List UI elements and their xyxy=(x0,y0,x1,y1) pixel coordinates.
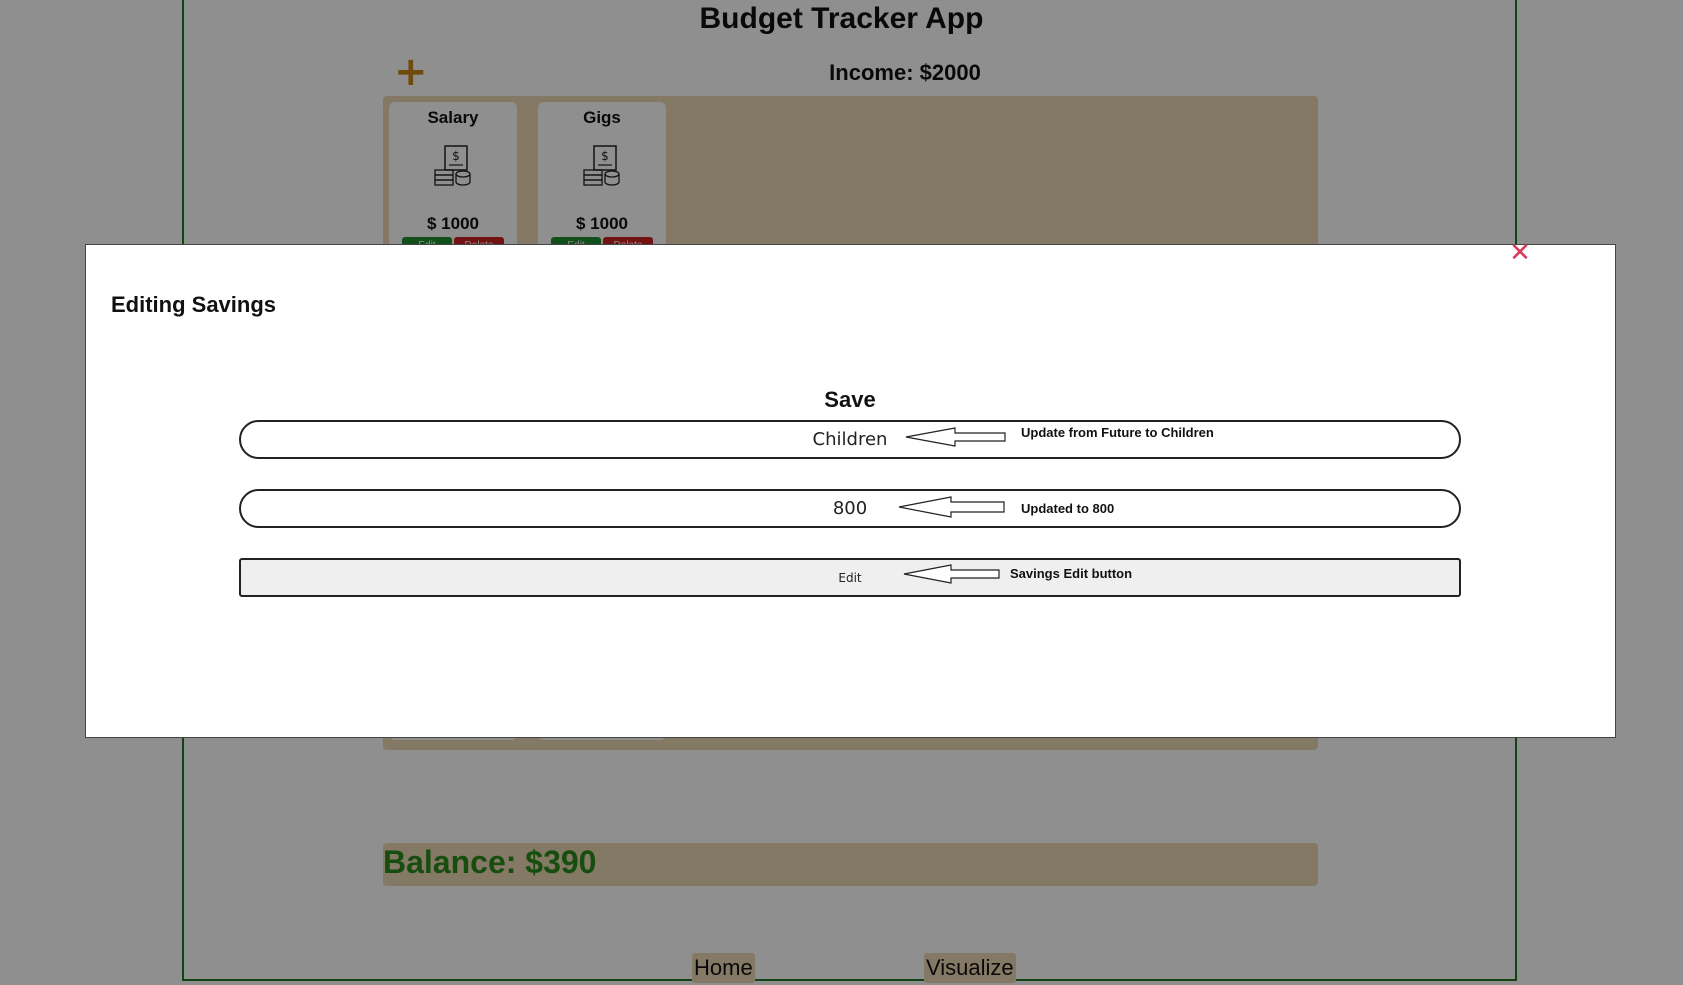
savings-edit-button[interactable]: Edit xyxy=(239,558,1461,597)
savings-name-input[interactable]: Children xyxy=(239,420,1461,459)
close-icon[interactable]: ✕ xyxy=(1507,240,1533,266)
annotation-name-note: Update from Future to Children xyxy=(1021,425,1214,440)
modal-title: Editing Savings xyxy=(111,292,277,317)
arrow-left-icon xyxy=(898,496,1005,518)
save-heading: Save xyxy=(824,387,876,412)
annotation-button-note: Savings Edit button xyxy=(1010,566,1133,581)
arrow-left-icon xyxy=(903,564,1000,584)
arrow-left-icon xyxy=(905,427,1006,447)
savings-amount-input[interactable]: 800 xyxy=(239,489,1461,528)
annotation-amount-note: Updated to 800 xyxy=(1021,501,1115,516)
